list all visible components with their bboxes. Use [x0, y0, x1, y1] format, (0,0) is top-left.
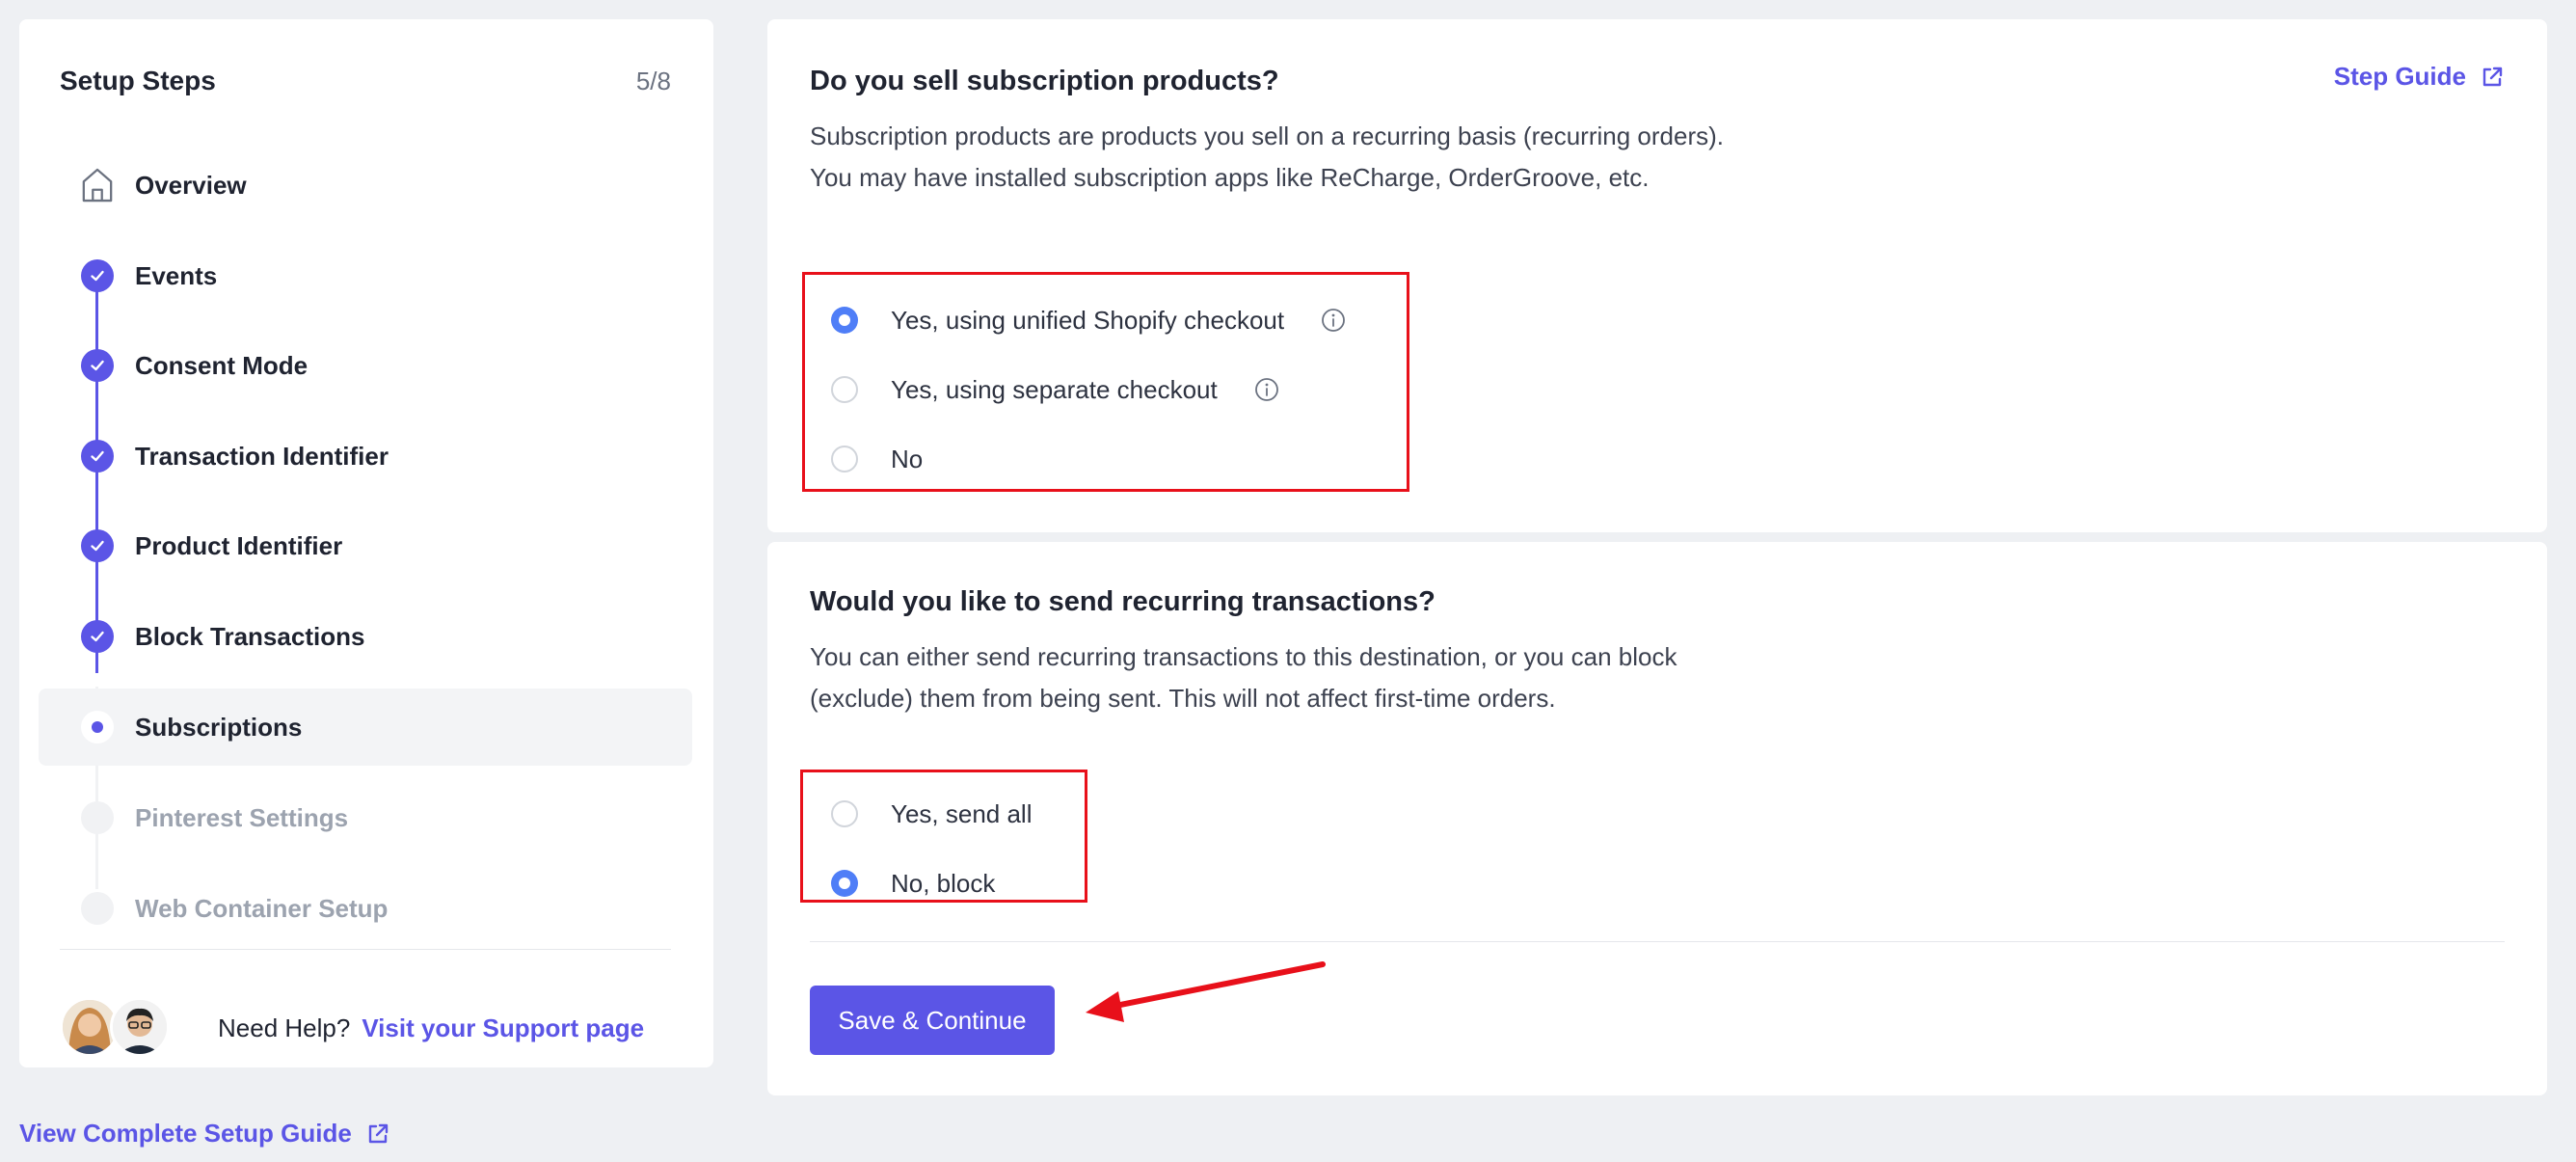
guide-link-label: View Complete Setup Guide: [19, 1119, 352, 1148]
check-icon: [81, 529, 114, 562]
step-transaction-identifier[interactable]: Transaction Identifier: [39, 418, 692, 495]
step-subscriptions[interactable]: Subscriptions: [39, 689, 692, 766]
pending-step-icon: [81, 801, 114, 834]
step-label: Consent Mode: [135, 350, 309, 380]
step-label: Pinterest Settings: [135, 802, 349, 832]
avatar: [110, 997, 170, 1057]
option-label: No: [891, 444, 924, 473]
subscription-products-card: Do you sell subscription products? Step …: [767, 19, 2547, 532]
info-icon[interactable]: [1254, 377, 1279, 402]
option-label: Yes, using unified Shopify checkout: [891, 305, 1285, 335]
step-label: Events: [135, 260, 218, 290]
step-consent-mode[interactable]: Consent Mode: [39, 327, 692, 404]
step-guide-label: Step Guide: [2333, 62, 2466, 91]
help-text: Need Help?: [218, 1013, 351, 1042]
option-no[interactable]: No: [831, 440, 923, 478]
divider: [810, 941, 2505, 942]
option-label: Yes, using separate checkout: [891, 374, 1218, 404]
check-icon: [81, 620, 114, 653]
setup-steps-title: Setup Steps: [60, 66, 216, 95]
step-label: Web Container Setup: [135, 893, 389, 923]
save-continue-button[interactable]: Save & Continue: [810, 986, 1055, 1055]
step-events[interactable]: Events: [39, 237, 692, 314]
question-description: You can either send recurring transactio…: [810, 642, 1677, 713]
check-icon: [81, 259, 114, 292]
option-send-all[interactable]: Yes, send all: [831, 795, 1032, 833]
recurring-transactions-card: Would you like to send recurring transac…: [767, 542, 2547, 1095]
step-block-transactions[interactable]: Block Transactions: [39, 598, 692, 675]
step-label: Overview: [135, 170, 247, 200]
step-overview[interactable]: Overview: [39, 147, 692, 224]
step-guide-link[interactable]: Step Guide: [2334, 62, 2505, 92]
option-label: Yes, send all: [891, 798, 1033, 828]
question-title: Would you like to send recurring transac…: [810, 586, 1436, 617]
radio-button[interactable]: [831, 800, 858, 827]
setup-steps-header: Setup Steps 5/8: [60, 66, 671, 96]
radio-button[interactable]: [831, 870, 858, 897]
option-unified-checkout[interactable]: Yes, using unified Shopify checkout: [831, 301, 1346, 339]
step-label: Transaction Identifier: [135, 441, 389, 471]
option-block[interactable]: No, block: [831, 864, 995, 903]
external-link-icon: [368, 1123, 389, 1143]
step-label: Product Identifier: [135, 530, 343, 560]
step-label: Subscriptions: [135, 712, 303, 742]
external-link-icon: [2482, 67, 2503, 86]
step-web-container-setup[interactable]: Web Container Setup: [39, 870, 692, 947]
check-icon: [81, 349, 114, 382]
annotation-arrow-icon: [1086, 961, 1326, 1022]
divider: [60, 949, 671, 950]
step-product-identifier[interactable]: Product Identifier: [39, 507, 692, 584]
help-section: Need Help? Visit your Support page: [60, 997, 644, 1059]
question-description: Subscription products are products you s…: [810, 122, 1724, 192]
radio-button[interactable]: [831, 376, 858, 403]
question-title: Do you sell subscription products?: [810, 66, 1279, 96]
support-avatars: [60, 997, 183, 1059]
pending-step-icon: [81, 892, 114, 925]
home-icon: [81, 168, 114, 203]
complete-setup-guide-link[interactable]: View Complete Setup Guide: [19, 1119, 390, 1148]
option-label: No, block: [891, 868, 996, 898]
radio-button[interactable]: [831, 446, 858, 473]
setup-steps-panel: Setup Steps 5/8 Overview Events Consent …: [19, 19, 713, 1067]
check-icon: [81, 440, 114, 473]
radio-button[interactable]: [831, 307, 858, 334]
setup-steps-progress: 5/8: [635, 66, 671, 95]
option-separate-checkout[interactable]: Yes, using separate checkout: [831, 370, 1279, 409]
support-page-link[interactable]: Visit your Support page: [362, 1013, 644, 1043]
step-pinterest-settings[interactable]: Pinterest Settings: [39, 779, 692, 856]
info-icon[interactable]: [1321, 308, 1346, 333]
current-step-dot-icon: [81, 711, 114, 743]
step-label: Block Transactions: [135, 621, 365, 651]
